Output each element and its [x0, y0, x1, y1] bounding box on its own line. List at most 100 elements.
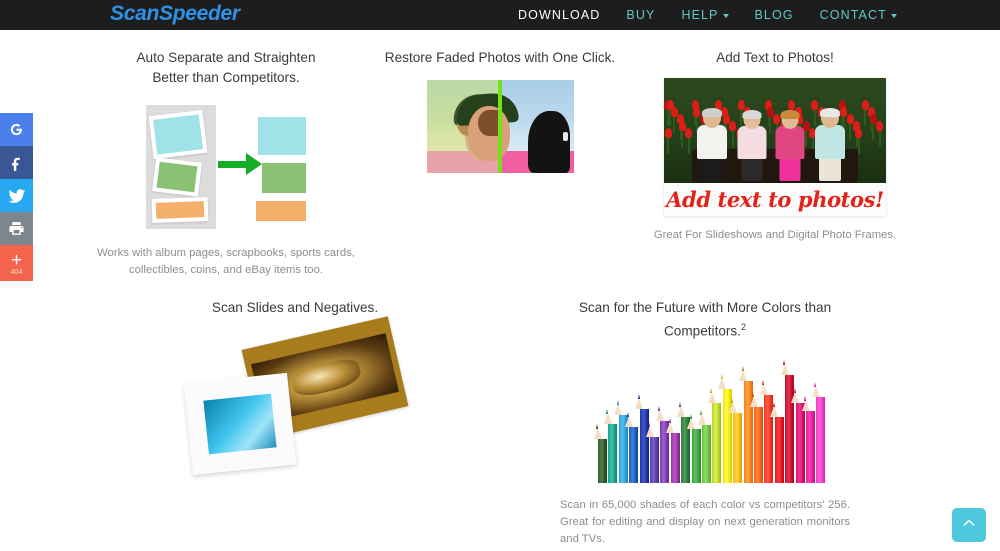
feature-title-line1: Auto Separate and Straighten: [136, 50, 316, 65]
feature-title: Restore Faded Photos with One Click.: [384, 50, 616, 65]
feature-caption-line1: Works with album pages, scrapbooks, spor…: [97, 247, 355, 259]
tulip-stem: [731, 128, 734, 147]
feature-title-line2: Better than Competitors.: [152, 69, 300, 85]
person: [697, 107, 727, 181]
feature-scan-slides: Scan Slides and Negatives.: [175, 298, 415, 481]
plus-icon: +: [10, 249, 23, 271]
tulip: [729, 120, 737, 131]
nav-item-contact[interactable]: CONTACT: [807, 8, 910, 22]
feature-restore-faded: Restore Faded Photos with One Click.: [375, 48, 625, 173]
nav-item-download[interactable]: DOWNLOAD: [505, 8, 613, 22]
person: [775, 109, 805, 181]
feature-auto-separate: Auto Separate and Straighten Better than…: [85, 48, 367, 279]
nav-label: BLOG: [754, 8, 794, 22]
nav-label: HELP: [681, 8, 719, 22]
tulip-stem: [849, 121, 852, 140]
pencil: [687, 413, 701, 483]
share-count: 404: [10, 268, 23, 276]
page-root: ScanSpeeder DOWNLOAD BUY HELP BLOG CONTA…: [0, 0, 1000, 551]
tulip-stem: [872, 121, 875, 140]
tulip-stem: [864, 107, 867, 126]
twitter-icon: [8, 187, 26, 205]
share-twitter-button[interactable]: [0, 179, 33, 212]
overlay-text: Add text to photos!: [666, 186, 884, 212]
tulip: [811, 99, 818, 110]
feature-more-colors: Scan for the Future with More Colors tha…: [560, 298, 850, 548]
pencil: [676, 401, 691, 483]
pencil: [749, 391, 763, 483]
restore-before-after-image: [426, 79, 574, 173]
scroll-to-top-button[interactable]: [952, 508, 986, 542]
feature-caption: Works with album pages, scrapbooks, spor…: [85, 245, 367, 279]
chevron-down-icon: [722, 14, 729, 18]
group-photo: [664, 77, 886, 183]
feature-title-line2: Competitors.2: [560, 318, 850, 341]
nav-label: DOWNLOAD: [518, 8, 601, 22]
tilted-photo-3: [151, 197, 209, 223]
tulip: [855, 127, 863, 138]
feature-caption-line2: collectibles, coins, and eBay items too.: [128, 264, 324, 276]
share-facebook-button[interactable]: [0, 146, 33, 179]
pencil: [780, 359, 795, 483]
tulip: [666, 99, 674, 110]
nav-label: CONTACT: [819, 8, 887, 22]
feature-title: Add Text to Photos!: [716, 50, 834, 65]
pencil: [603, 408, 618, 483]
pencil: [614, 399, 628, 483]
nav-item-blog[interactable]: BLOG: [742, 8, 807, 22]
tulip-stem: [673, 114, 675, 133]
share-print-button[interactable]: [0, 212, 33, 245]
tulip-stem: [681, 128, 684, 147]
pencil: [728, 397, 743, 483]
main-navigation: DOWNLOAD BUY HELP BLOG CONTACT: [505, 0, 910, 30]
pencil: [593, 423, 607, 483]
straight-photo-1: [258, 117, 306, 155]
tilted-photo-2: [152, 157, 202, 197]
auto-separate-illustration: [146, 105, 306, 229]
pencil: [655, 405, 670, 483]
tulip-stem: [805, 128, 808, 147]
nav-item-buy[interactable]: BUY: [613, 8, 668, 22]
feature-title: Scan Slides and Negatives.: [211, 300, 379, 315]
tulip-stem: [687, 135, 690, 154]
feature-caption: Scan in 65,000 shades of each color vs c…: [560, 498, 850, 545]
feature-title: Auto Separate and Straighten Better than…: [85, 48, 367, 87]
tulip-stem: [669, 107, 671, 126]
tulip-stem: [878, 128, 881, 147]
tulip: [685, 127, 693, 138]
pencil: [635, 393, 649, 483]
arrow-right-icon: [218, 153, 262, 175]
social-share-sidebar: + 404: [0, 113, 33, 281]
chevron-down-icon: [890, 14, 897, 18]
person: [815, 107, 845, 181]
pencil: [645, 421, 659, 483]
feature-title-line1: Scan for the Future with More Colors tha…: [578, 300, 832, 315]
tulip: [737, 99, 745, 110]
chevron-up-icon: [961, 515, 977, 536]
add-text-example-image: Add text to photos!: [664, 77, 886, 216]
share-more-button[interactable]: + 404: [0, 245, 33, 281]
tulip: [876, 120, 884, 131]
pencil: [791, 387, 805, 483]
feature-add-text: Add Text to Photos! Add text to photos! …: [645, 48, 905, 244]
facebook-icon: [8, 154, 25, 171]
tulip-stem: [667, 135, 670, 154]
pencil: [801, 395, 815, 483]
site-header: ScanSpeeder DOWNLOAD BUY HELP BLOG CONTA…: [0, 0, 1000, 30]
tilted-photo-1: [148, 109, 208, 160]
share-google-button[interactable]: [0, 113, 33, 146]
slide-image: [202, 393, 277, 454]
site-logo[interactable]: ScanSpeeder: [110, 2, 240, 26]
tulip-stem: [769, 114, 772, 133]
tulip: [788, 99, 796, 110]
pencil: [666, 417, 680, 483]
google-icon: [8, 121, 25, 138]
pencil: [624, 411, 639, 483]
caption-strip: Add text to photos!: [664, 182, 886, 216]
split-divider-line: [498, 79, 502, 173]
nav-item-help[interactable]: HELP: [668, 8, 741, 22]
restored-half: [455, 79, 574, 173]
tulip: [678, 120, 686, 131]
feature-caption: Great For Slideshows and Digital Photo F…: [653, 228, 897, 241]
feature-title: Scan for the Future with More Colors tha…: [560, 298, 850, 341]
